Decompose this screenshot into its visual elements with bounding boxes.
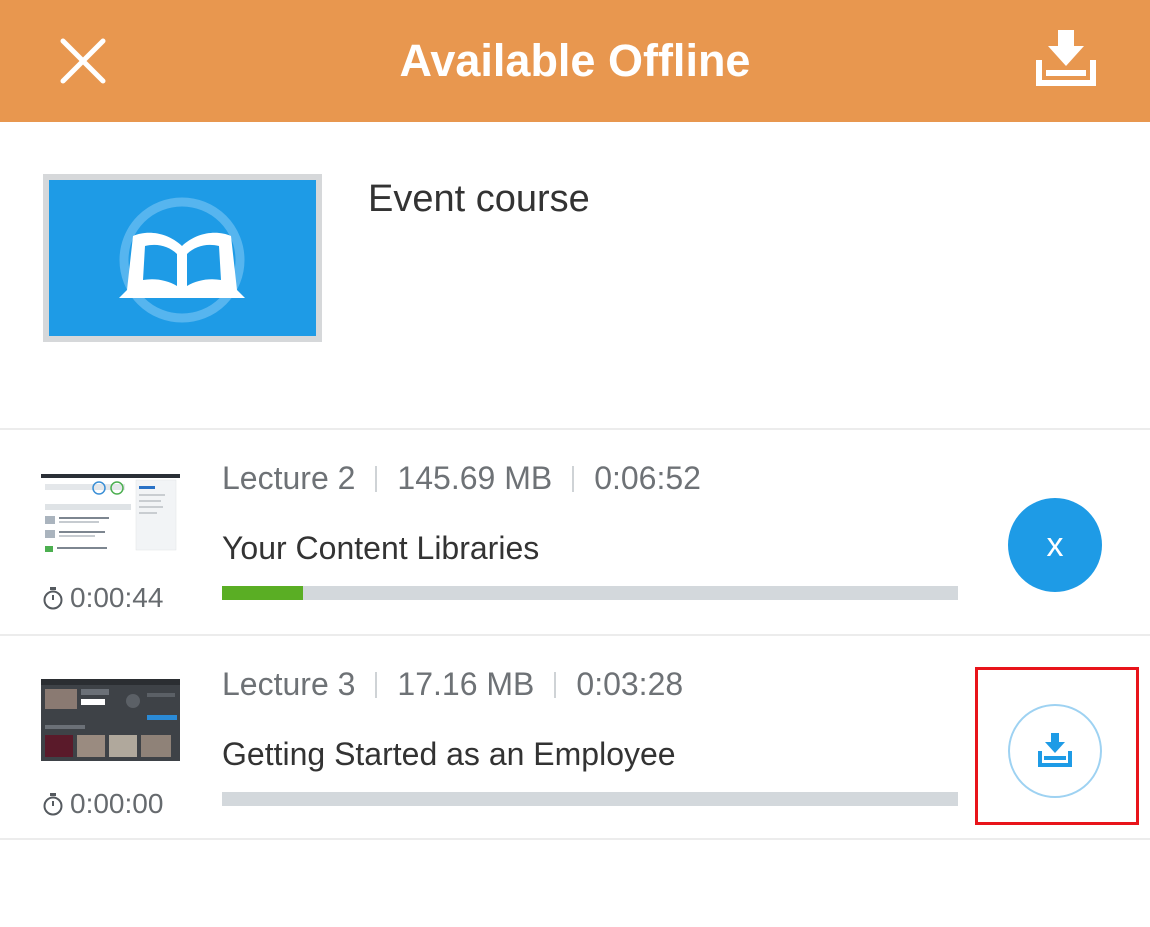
open-book-icon [119,197,245,323]
divider [0,838,1150,840]
lecture-size: 145.69 MB [397,460,553,496]
download-lecture-button[interactable] [1008,704,1102,798]
elapsed-time: 0:00:00 [70,788,164,819]
course-header: Event course [0,122,1150,430]
lecture-thumbnail [41,474,180,556]
lecture-row[interactable]: 0:00:44 Lecture 2 145.69 MB 0:06:52 Your… [0,430,1150,634]
lecture-row[interactable]: 0:00:00 Lecture 3 17.16 MB 0:03:28 Getti… [0,636,1150,840]
download-tray-icon [1036,30,1096,86]
elapsed-timer: 0:00:44 [42,582,163,614]
lecture-title: Getting Started as an Employee [222,736,676,772]
course-title: Event course [368,178,590,220]
elapsed-time: 0:00:44 [70,582,164,613]
lecture-duration: 0:06:52 [594,460,701,496]
lecture-number: Lecture 2 [222,460,356,496]
lecture-size: 17.16 MB [397,666,535,702]
lecture-title: Your Content Libraries [222,530,540,566]
download-all-button[interactable] [1028,26,1104,92]
download-progress-bar [222,792,958,806]
lecture-thumbnail [41,679,180,761]
meta-separator [554,671,557,698]
progress-fill [222,586,303,600]
page-title: Available Offline [399,35,751,86]
elapsed-timer: 0:00:00 [42,788,163,820]
course-thumbnail [43,174,322,342]
meta-separator [572,465,575,492]
lecture-number: Lecture 3 [222,666,356,702]
lecture-meta: Lecture 2 145.69 MB 0:06:52 [222,460,701,497]
download-progress-bar [222,586,958,600]
stopwatch-icon [43,793,63,816]
top-bar: Available Offline [0,0,1150,122]
lecture-meta: Lecture 3 17.16 MB 0:03:28 [222,666,683,703]
lecture-duration: 0:03:28 [576,666,684,702]
cancel-label: x [1046,525,1064,564]
download-tray-icon [1038,733,1072,767]
stopwatch-icon [43,587,63,610]
meta-separator [375,465,378,492]
cancel-download-button[interactable]: x [1008,498,1102,592]
meta-separator [375,671,378,698]
